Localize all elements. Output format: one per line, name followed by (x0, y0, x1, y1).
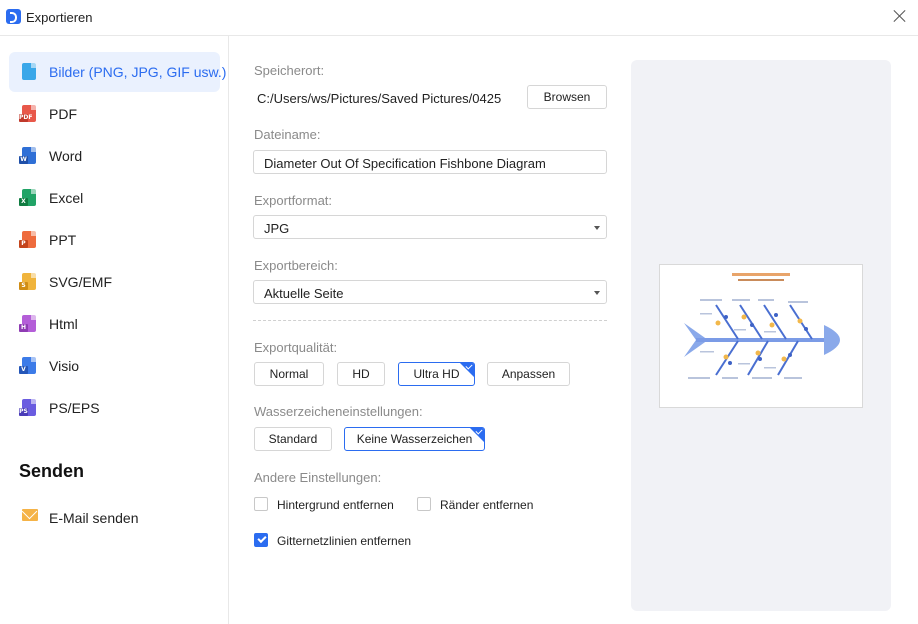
sidebar-item-pdf[interactable]: PDF PDF (9, 94, 220, 134)
filename-value: Diameter Out Of Specification Fishbone D… (264, 156, 546, 171)
filename-label: Dateiname: (254, 127, 321, 142)
sidebar-item-email[interactable]: E-Mail senden (9, 498, 220, 538)
range-select[interactable]: Aktuelle Seite (253, 280, 607, 304)
sidebar: Bilder (PNG, JPG, GIF usw.) PDF PDF W Wo… (0, 36, 229, 624)
quality-normal-button[interactable]: Normal (254, 362, 324, 386)
preview-panel (631, 60, 891, 611)
visio-file-icon: V (19, 357, 36, 374)
sidebar-item-label: Excel (49, 190, 84, 206)
quality-custom-button[interactable]: Anpassen (487, 362, 570, 386)
sidebar-item-excel[interactable]: X Excel (9, 178, 220, 218)
title-bar: Exportieren (0, 0, 918, 36)
divider (253, 320, 607, 321)
quality-hd-button[interactable]: HD (337, 362, 385, 386)
sidebar-item-visio[interactable]: V Visio (9, 346, 220, 386)
diagram-thumbnail (659, 264, 863, 408)
sidebar-item-label: Visio (49, 358, 80, 374)
app-logo-icon (6, 9, 21, 24)
sidebar-item-label: Word (49, 148, 83, 164)
sidebar-item-label: SVG/EMF (49, 274, 113, 290)
range-label: Exportbereich: (254, 258, 338, 273)
remove-margins-label: Ränder entfernen (440, 498, 534, 512)
location-path: C:/Users/ws/Pictures/Saved Pictures/0425 (257, 91, 502, 106)
sidebar-item-label: Html (49, 316, 78, 332)
filename-input[interactable]: Diameter Out Of Specification Fishbone D… (253, 150, 607, 174)
word-file-icon: W (19, 147, 36, 164)
sidebar-item-label: PS/EPS (49, 400, 100, 416)
export-settings-panel: Speicherort: C:/Users/ws/Pictures/Saved … (229, 36, 629, 624)
sidebar-item-label: E-Mail senden (49, 510, 139, 526)
quality-label: Exportqualität: (254, 340, 338, 355)
ppt-file-icon: P (19, 231, 36, 248)
watermark-none-label: Keine Wasserzeichen (356, 432, 473, 446)
sidebar-item-html[interactable]: H Html (9, 304, 220, 344)
quality-ultrahd-button[interactable]: Ultra HD (398, 362, 475, 386)
format-value: JPG (264, 221, 290, 236)
watermark-label: Wasserzeicheneinstellungen: (254, 404, 423, 419)
remove-background-checkbox[interactable] (254, 497, 268, 511)
watermark-none-button[interactable]: Keine Wasserzeichen (344, 427, 485, 451)
sidebar-item-ppt[interactable]: P PPT (9, 220, 220, 260)
window-title: Exportieren (26, 10, 93, 25)
send-heading: Senden (19, 461, 85, 481)
sidebar-item-svg[interactable]: S SVG/EMF (9, 262, 220, 302)
location-label: Speicherort: (254, 63, 325, 78)
pdf-file-icon: PDF (19, 105, 36, 122)
sidebar-item-images[interactable]: Bilder (PNG, JPG, GIF usw.) (9, 52, 226, 92)
remove-margins-checkbox[interactable] (417, 497, 431, 511)
format-select[interactable]: JPG (253, 215, 607, 239)
envelope-icon (22, 509, 38, 521)
watermark-standard-button[interactable]: Standard (254, 427, 332, 451)
sidebar-item-pseps[interactable]: PS PS/EPS (9, 388, 220, 428)
chevron-down-icon (594, 291, 600, 295)
range-value: Aktuelle Seite (264, 286, 344, 301)
html-file-icon: H (19, 315, 36, 332)
remove-background-label: Hintergrund entfernen (277, 498, 394, 512)
remove-gridlines-checkbox[interactable] (254, 533, 268, 547)
sidebar-item-label: PPT (49, 232, 77, 248)
sidebar-item-word[interactable]: W Word (9, 136, 220, 176)
format-label: Exportformat: (254, 193, 333, 208)
remove-gridlines-label: Gitternetzlinien entfernen (277, 534, 412, 548)
sidebar-item-label: PDF (49, 106, 77, 122)
close-icon[interactable] (892, 8, 908, 24)
fishbone-preview-image (684, 273, 840, 379)
ps-file-icon: PS (19, 399, 36, 416)
svg-file-icon: S (19, 273, 36, 290)
chevron-down-icon (594, 226, 600, 230)
sidebar-item-label: Bilder (PNG, JPG, GIF usw.) (49, 64, 227, 80)
image-file-icon (22, 63, 36, 80)
browse-button[interactable]: Browsen (527, 85, 607, 109)
quality-ultrahd-label: Ultra HD (413, 367, 460, 381)
excel-file-icon: X (19, 189, 36, 206)
other-settings-label: Andere Einstellungen: (254, 470, 382, 485)
